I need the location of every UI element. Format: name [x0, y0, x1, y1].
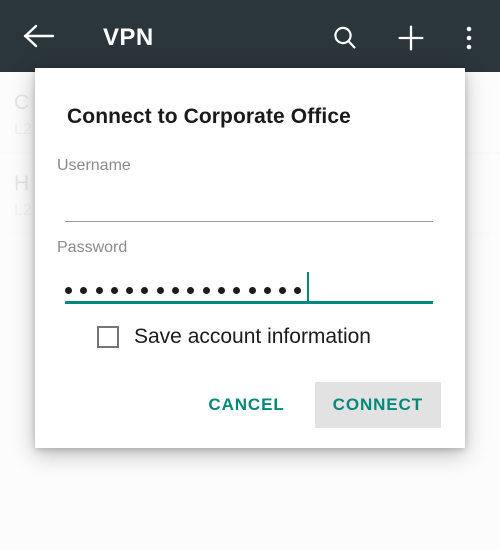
- overflow-dots-glyph: [466, 26, 472, 50]
- password-dot: [294, 287, 302, 294]
- password-dot: [141, 287, 149, 294]
- page-title: VPN: [103, 24, 154, 51]
- save-account-checkbox-row[interactable]: Save account information: [97, 324, 465, 350]
- password-input[interactable]: [57, 258, 433, 304]
- password-dot: [248, 287, 256, 294]
- password-dot: [126, 287, 134, 294]
- username-label: Username: [57, 157, 131, 174]
- password-dot: [65, 287, 72, 294]
- password-field-group: Password: [57, 238, 433, 304]
- back-arrow-glyph: [23, 24, 55, 48]
- password-dot: [279, 287, 287, 294]
- password-dot: [172, 287, 180, 294]
- username-field-group: Username: [57, 156, 433, 222]
- back-arrow-icon[interactable]: [22, 22, 58, 50]
- search-icon[interactable]: [331, 24, 359, 52]
- search-glyph: [334, 26, 356, 49]
- password-underline: [65, 301, 433, 304]
- username-underline: [65, 221, 433, 222]
- plus-icon[interactable]: [397, 24, 425, 52]
- username-input[interactable]: [57, 176, 433, 222]
- password-dot: [187, 287, 195, 294]
- cancel-button[interactable]: CANCEL: [192, 382, 300, 428]
- password-dot: [263, 287, 271, 294]
- app-bar: VPN: [0, 0, 500, 72]
- connect-button[interactable]: CONNECT: [314, 382, 441, 428]
- save-account-checkbox[interactable]: [97, 326, 119, 348]
- password-dot: [156, 287, 164, 294]
- password-dot: [110, 287, 118, 294]
- password-label: Password: [57, 239, 128, 256]
- text-cursor: [307, 272, 309, 302]
- password-dot: [217, 287, 225, 294]
- dialog-actions: CANCEL CONNECT: [35, 382, 441, 428]
- dialog-title: Connect to Corporate Office: [67, 105, 351, 128]
- plus-glyph: [398, 25, 424, 51]
- overflow-menu-icon[interactable]: [458, 24, 480, 52]
- password-dot: [202, 287, 210, 294]
- password-masked-value: [65, 287, 302, 294]
- password-dot: [233, 287, 241, 294]
- password-dot: [80, 287, 88, 294]
- connect-vpn-dialog: Connect to Corporate Office Username Pas…: [35, 68, 465, 448]
- password-dot: [95, 287, 103, 294]
- save-account-label: Save account information: [134, 325, 371, 348]
